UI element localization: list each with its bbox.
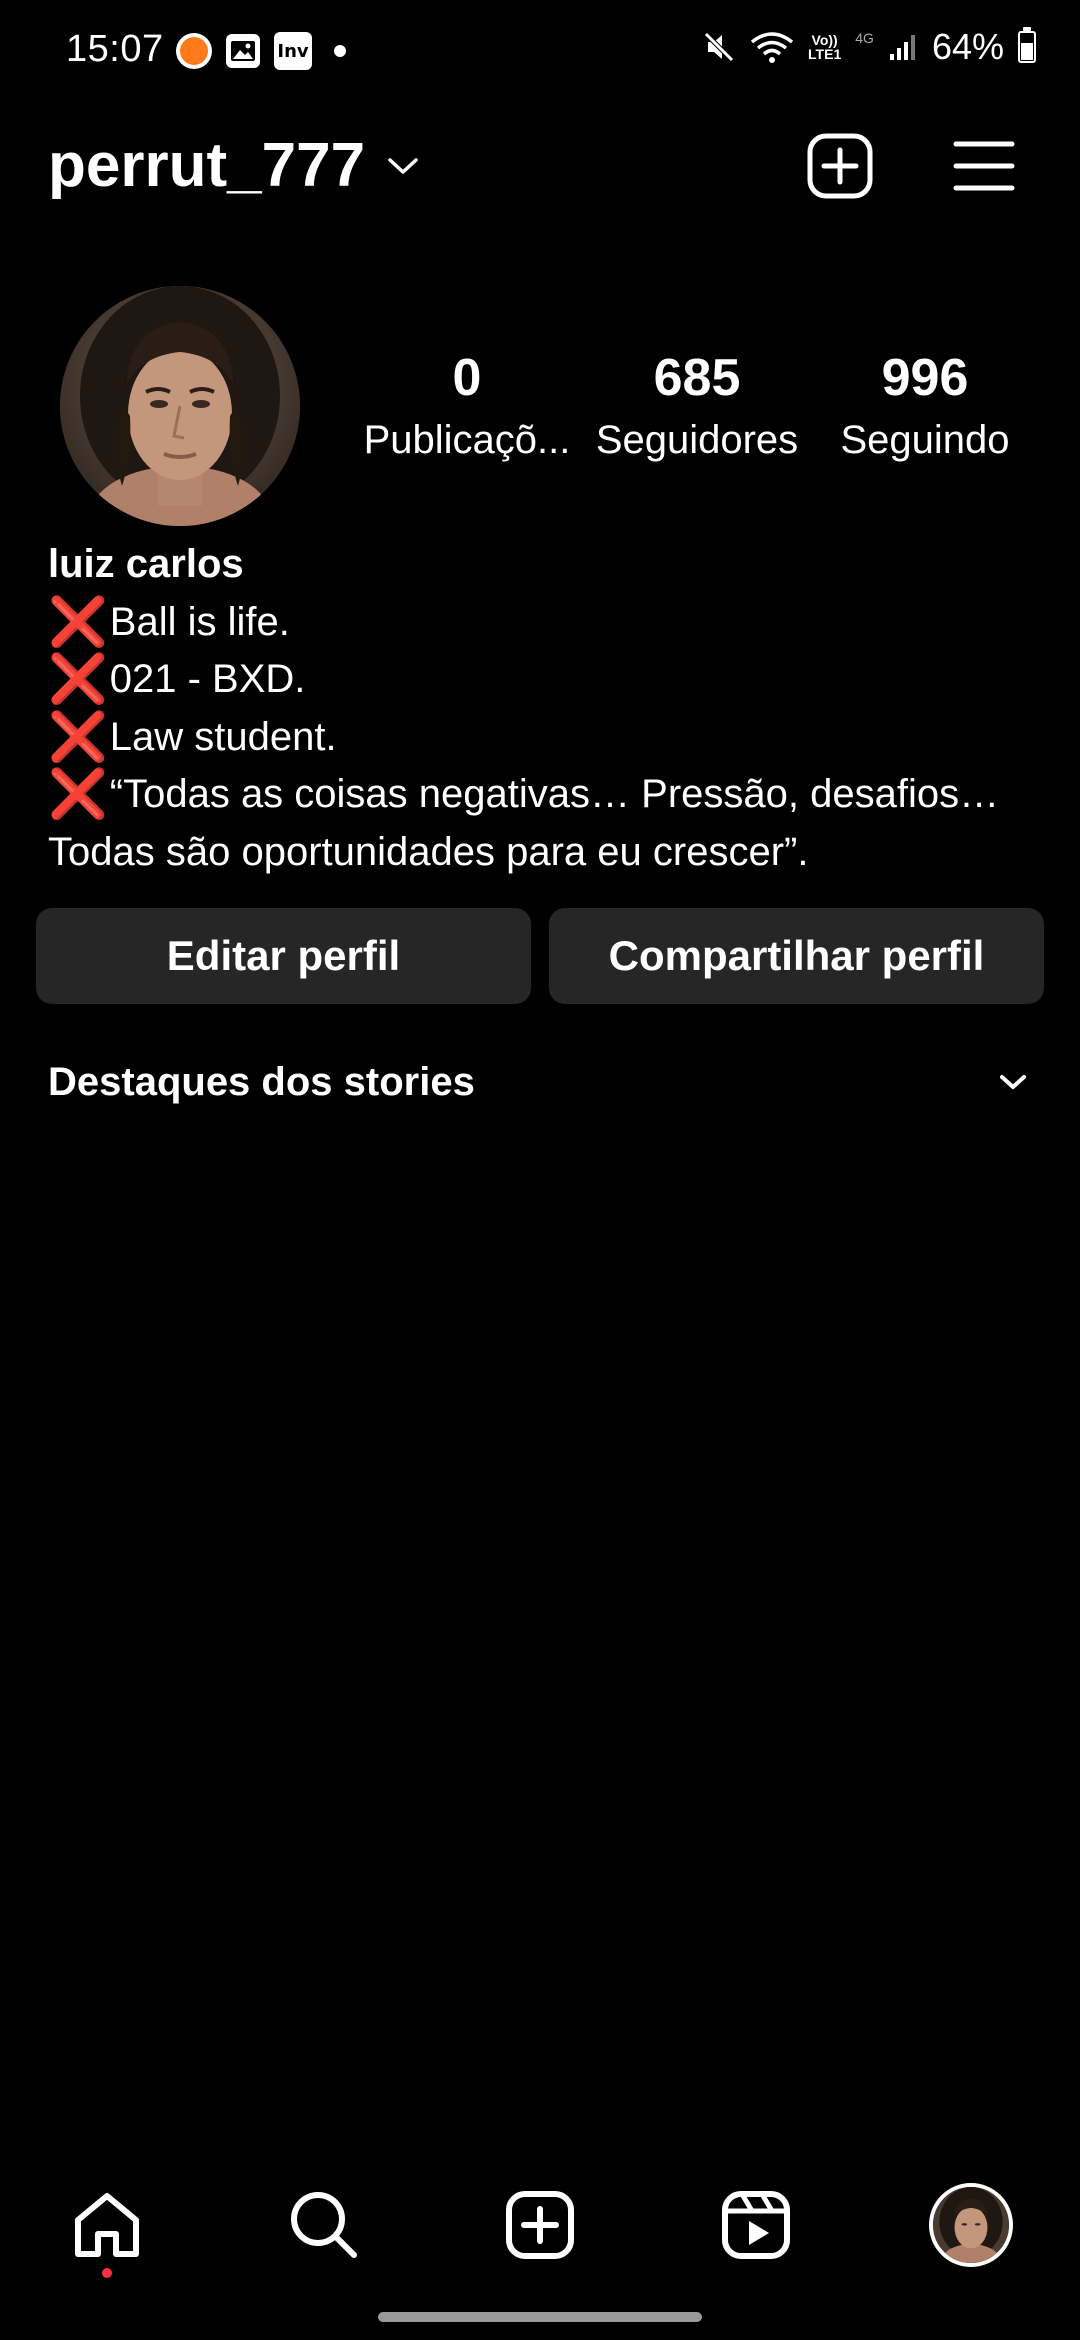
status-time: 15:07 bbox=[66, 28, 164, 70]
inv-app-icon: Inv bbox=[274, 32, 312, 70]
following-label: Seguindo bbox=[840, 418, 1010, 462]
hamburger-menu-icon bbox=[953, 141, 1015, 191]
followers-label: Seguidores bbox=[595, 418, 799, 462]
bio-text: Ball is life. bbox=[109, 599, 290, 644]
following-count: 996 bbox=[881, 349, 969, 407]
create-button[interactable] bbox=[802, 128, 878, 204]
highlights-title: Destaques dos stories bbox=[48, 1059, 475, 1104]
add-square-icon bbox=[807, 133, 873, 199]
followers-count: 685 bbox=[653, 349, 741, 407]
bio-text: 021 - BXD. bbox=[109, 657, 306, 701]
followers-stat[interactable]: 685 Seguidores bbox=[587, 346, 807, 470]
story-highlights-toggle[interactable]: Destaques dos stories bbox=[48, 1052, 1028, 1112]
notification-icons: Inv bbox=[176, 32, 346, 70]
cross-mark-emoji: ❌ bbox=[48, 595, 108, 649]
bio-text: “Todas as coisas negativas… Pressão, des… bbox=[109, 772, 1000, 816]
gallery-icon bbox=[226, 34, 260, 68]
mute-icon bbox=[704, 32, 734, 62]
home-icon bbox=[75, 2193, 139, 2257]
network-type: 4G bbox=[855, 30, 874, 46]
profile-avatar-small bbox=[929, 2183, 1013, 2267]
bio-line: ❌ Law student. bbox=[48, 709, 1048, 767]
profile-header: perrut_777 bbox=[0, 110, 1080, 220]
search-icon bbox=[291, 2192, 357, 2258]
profile-actions: Editar perfil Compartilhar perfil bbox=[36, 908, 1044, 1004]
edit-profile-button[interactable]: Editar perfil bbox=[36, 908, 531, 1004]
bio-line: ❌ “Todas as coisas negativas… Pressão, d… bbox=[48, 766, 1048, 824]
display-name: luiz carlos bbox=[48, 542, 244, 586]
cross-mark-emoji: ❌ bbox=[48, 710, 108, 764]
reels-icon bbox=[722, 2191, 790, 2259]
add-post-icon bbox=[506, 2191, 574, 2259]
nav-create[interactable] bbox=[495, 2180, 585, 2270]
following-stat[interactable]: 996 Seguindo bbox=[815, 346, 1035, 470]
bio-text-continuation: Todas são oportunidades para eu crescer”… bbox=[48, 829, 809, 874]
wifi-icon bbox=[750, 32, 794, 63]
share-profile-button[interactable]: Compartilhar perfil bbox=[549, 908, 1044, 1004]
bio-text: Law student. bbox=[109, 714, 337, 759]
chevron-down-icon bbox=[1000, 1075, 1026, 1089]
status-right-icons: Vo)) LTE1 4G 64% bbox=[702, 26, 1036, 68]
nav-home[interactable] bbox=[62, 2180, 152, 2270]
account-switcher[interactable]: perrut_777 bbox=[48, 130, 419, 201]
username: perrut_777 bbox=[48, 131, 366, 200]
cross-mark-emoji: ❌ bbox=[48, 653, 108, 707]
posts-label: Publicaçõ... bbox=[363, 418, 571, 462]
posts-count: 0 bbox=[452, 349, 482, 407]
volte-indicator: Vo)) LTE1 bbox=[808, 32, 842, 62]
profile-photo bbox=[60, 286, 300, 526]
bio-line: ❌ 021 - BXD. bbox=[48, 651, 1048, 709]
signal-icon bbox=[889, 35, 915, 60]
home-notification-dot bbox=[102, 2268, 112, 2278]
cross-mark-emoji: ❌ bbox=[48, 768, 108, 822]
more-notifications-dot bbox=[334, 45, 346, 57]
bio-line: ❌ Ball is life. bbox=[48, 594, 1048, 652]
app-notification-icon bbox=[176, 33, 212, 69]
nav-reels[interactable] bbox=[711, 2180, 801, 2270]
nav-search[interactable] bbox=[279, 2180, 369, 2270]
status-bar: 15:07 Inv Vo)) LTE1 4G 64% bbox=[0, 0, 1080, 100]
bottom-navigation bbox=[0, 2170, 1080, 2280]
menu-button[interactable] bbox=[946, 128, 1022, 204]
posts-stat[interactable]: 0 Publicaçõ... bbox=[357, 346, 577, 470]
battery-icon bbox=[1018, 27, 1036, 63]
profile-avatar[interactable] bbox=[60, 286, 300, 526]
battery-percent: 64% bbox=[931, 26, 1004, 67]
home-indicator-bar[interactable] bbox=[378, 2312, 702, 2322]
nav-profile[interactable] bbox=[926, 2180, 1016, 2270]
chevron-down-icon bbox=[388, 157, 418, 174]
profile-bio: luiz carlos ❌ Ball is life. ❌ 021 - BXD.… bbox=[48, 536, 1048, 881]
